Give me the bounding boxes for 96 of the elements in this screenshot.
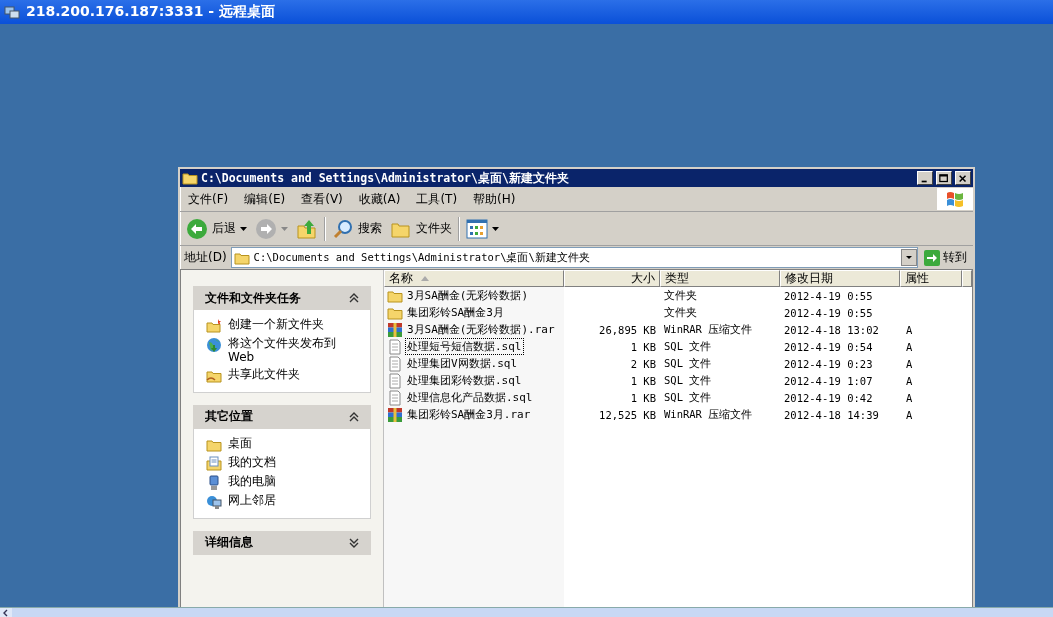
documents-folder-icon [206,455,222,472]
file-size: 12,525 KB [599,408,656,421]
panel-title: 文件和文件夹任务 [205,289,301,307]
menu-item[interactable]: 工具(T) [408,190,466,208]
file-size: 1 KB [630,391,656,404]
views-icon [466,218,488,239]
panel-link[interactable]: 网上邻居 [228,493,356,508]
file-size: 2 KB [630,357,656,370]
search-button[interactable]: 搜索 [330,215,384,242]
file-name[interactable]: 集团彩铃SA酬金3月 [405,304,506,321]
maximize-button[interactable] [936,171,952,185]
file-type: 文件夹 [664,288,697,301]
menu-item[interactable]: 编辑(E) [236,190,294,208]
file-name[interactable]: 3月SA酬金(无彩铃数据) [405,287,531,304]
horizontal-scrollbar[interactable] [0,607,1053,617]
modified-date: 2012-4-19 0:54 [784,340,873,353]
file-size: 1 KB [630,340,656,353]
column-header[interactable]: 大小 [564,270,660,287]
panel-header[interactable]: 文件和文件夹任务 [193,286,371,310]
file-attribute: A [906,408,913,421]
minimize-button[interactable] [917,171,933,185]
modified-date: 2012-4-18 13:02 [784,323,879,336]
file-attribute: A [906,340,913,353]
address-field[interactable]: C:\Documents and Settings\Administrator\桌面\新建文件夹 [230,247,918,268]
file-type: SQL 文件 [664,373,712,386]
panel-link[interactable]: 我的电脑 [228,474,356,489]
panel-link[interactable]: 桌面 [228,436,356,451]
back-button[interactable]: 后退 [184,215,249,242]
file-type: WinRAR 压缩文件 [664,322,753,335]
file-type: 文件夹 [664,305,697,318]
menu-item[interactable]: 文件(F) [180,190,237,208]
close-icon [957,174,969,184]
file-type: SQL 文件 [664,356,712,369]
modified-date: 2012-4-19 0:42 [784,391,873,404]
network-icon [206,493,222,510]
file-attribute: A [906,391,913,404]
caret-icon [281,226,288,231]
modified-date: 2012-4-19 0:55 [784,306,873,319]
views-button[interactable] [464,216,501,241]
search-icon [332,217,354,240]
file-attribute: A [906,357,913,370]
modified-date: 2012-4-18 14:39 [784,408,879,421]
maximize-icon [938,174,950,184]
file-size: 26,895 KB [599,323,656,336]
column-header[interactable]: 属性 [900,270,962,287]
panel-title: 其它位置 [205,408,253,426]
monitors-icon [4,4,20,20]
file-name[interactable]: 处理信息化产品数据.sql [405,389,535,406]
windows-logo [937,188,973,210]
panel-header[interactable]: 详细信息 [193,530,371,555]
folder-icon [182,170,198,186]
column-header[interactable]: 名称 [384,270,564,287]
file-size: 1 KB [630,374,656,387]
panel-link[interactable]: 我的文档 [228,455,356,470]
menu-item[interactable]: 收藏(A) [350,190,409,208]
file-name[interactable]: 处理集团彩铃数据.sql [405,372,524,389]
file-name[interactable]: 集团彩铃SA酬金3月.rar [405,406,533,423]
document-icon [387,389,403,406]
archive-icon [387,321,403,338]
file-name[interactable]: 处理短号短信数据.sql [405,338,524,355]
panel-title: 详细信息 [205,534,253,552]
scroll-left-button[interactable] [0,608,12,617]
modified-date: 2012-4-19 0:23 [784,357,873,370]
menu-item[interactable]: 帮助(H) [465,190,524,208]
go-button[interactable]: 转到 [922,249,969,266]
globe-icon [206,337,222,353]
folders-button[interactable]: 文件夹 [388,215,454,242]
caret-icon [492,226,499,231]
document-icon [387,338,403,355]
panel-header[interactable]: 其它位置 [193,404,371,429]
file-attribute: A [906,323,913,336]
caret-icon [240,226,247,231]
file-type: SQL 文件 [664,390,712,403]
computer-icon [206,474,222,491]
panel-link[interactable]: 将这个文件夹发布到 Web [228,337,356,365]
new-folder-icon [206,318,222,334]
menu-item[interactable]: 查看(V) [293,190,351,208]
close-button[interactable] [955,171,971,185]
column-header[interactable]: 修改日期 [780,270,900,287]
panel-link[interactable]: 共享此文件夹 [228,367,356,382]
file-attribute: A [906,374,913,387]
panel-link[interactable]: 创建一个新文件夹 [228,318,356,332]
window-title: 218.200.176.187:3331 - 远程桌面 [26,3,275,21]
document-icon [387,355,403,372]
window-title: C:\Documents and Settings\Administrator\桌面\新建文件夹 [201,170,570,186]
address-label: 地址(D) [184,249,227,266]
archive-icon [387,406,403,423]
file-name[interactable]: 3月SA酬金(无彩铃数据).rar [405,321,557,338]
dropdown-button[interactable] [901,249,917,266]
modified-date: 2012-4-19 0:55 [784,289,873,302]
column-header[interactable]: 类型 [660,270,780,287]
file-name[interactable]: 处理集团V网数据.sql [405,355,520,372]
modified-date: 2012-4-19 1:07 [784,374,873,387]
document-icon [387,372,403,389]
file-type: WinRAR 压缩文件 [664,407,753,420]
file-type: SQL 文件 [664,339,712,352]
